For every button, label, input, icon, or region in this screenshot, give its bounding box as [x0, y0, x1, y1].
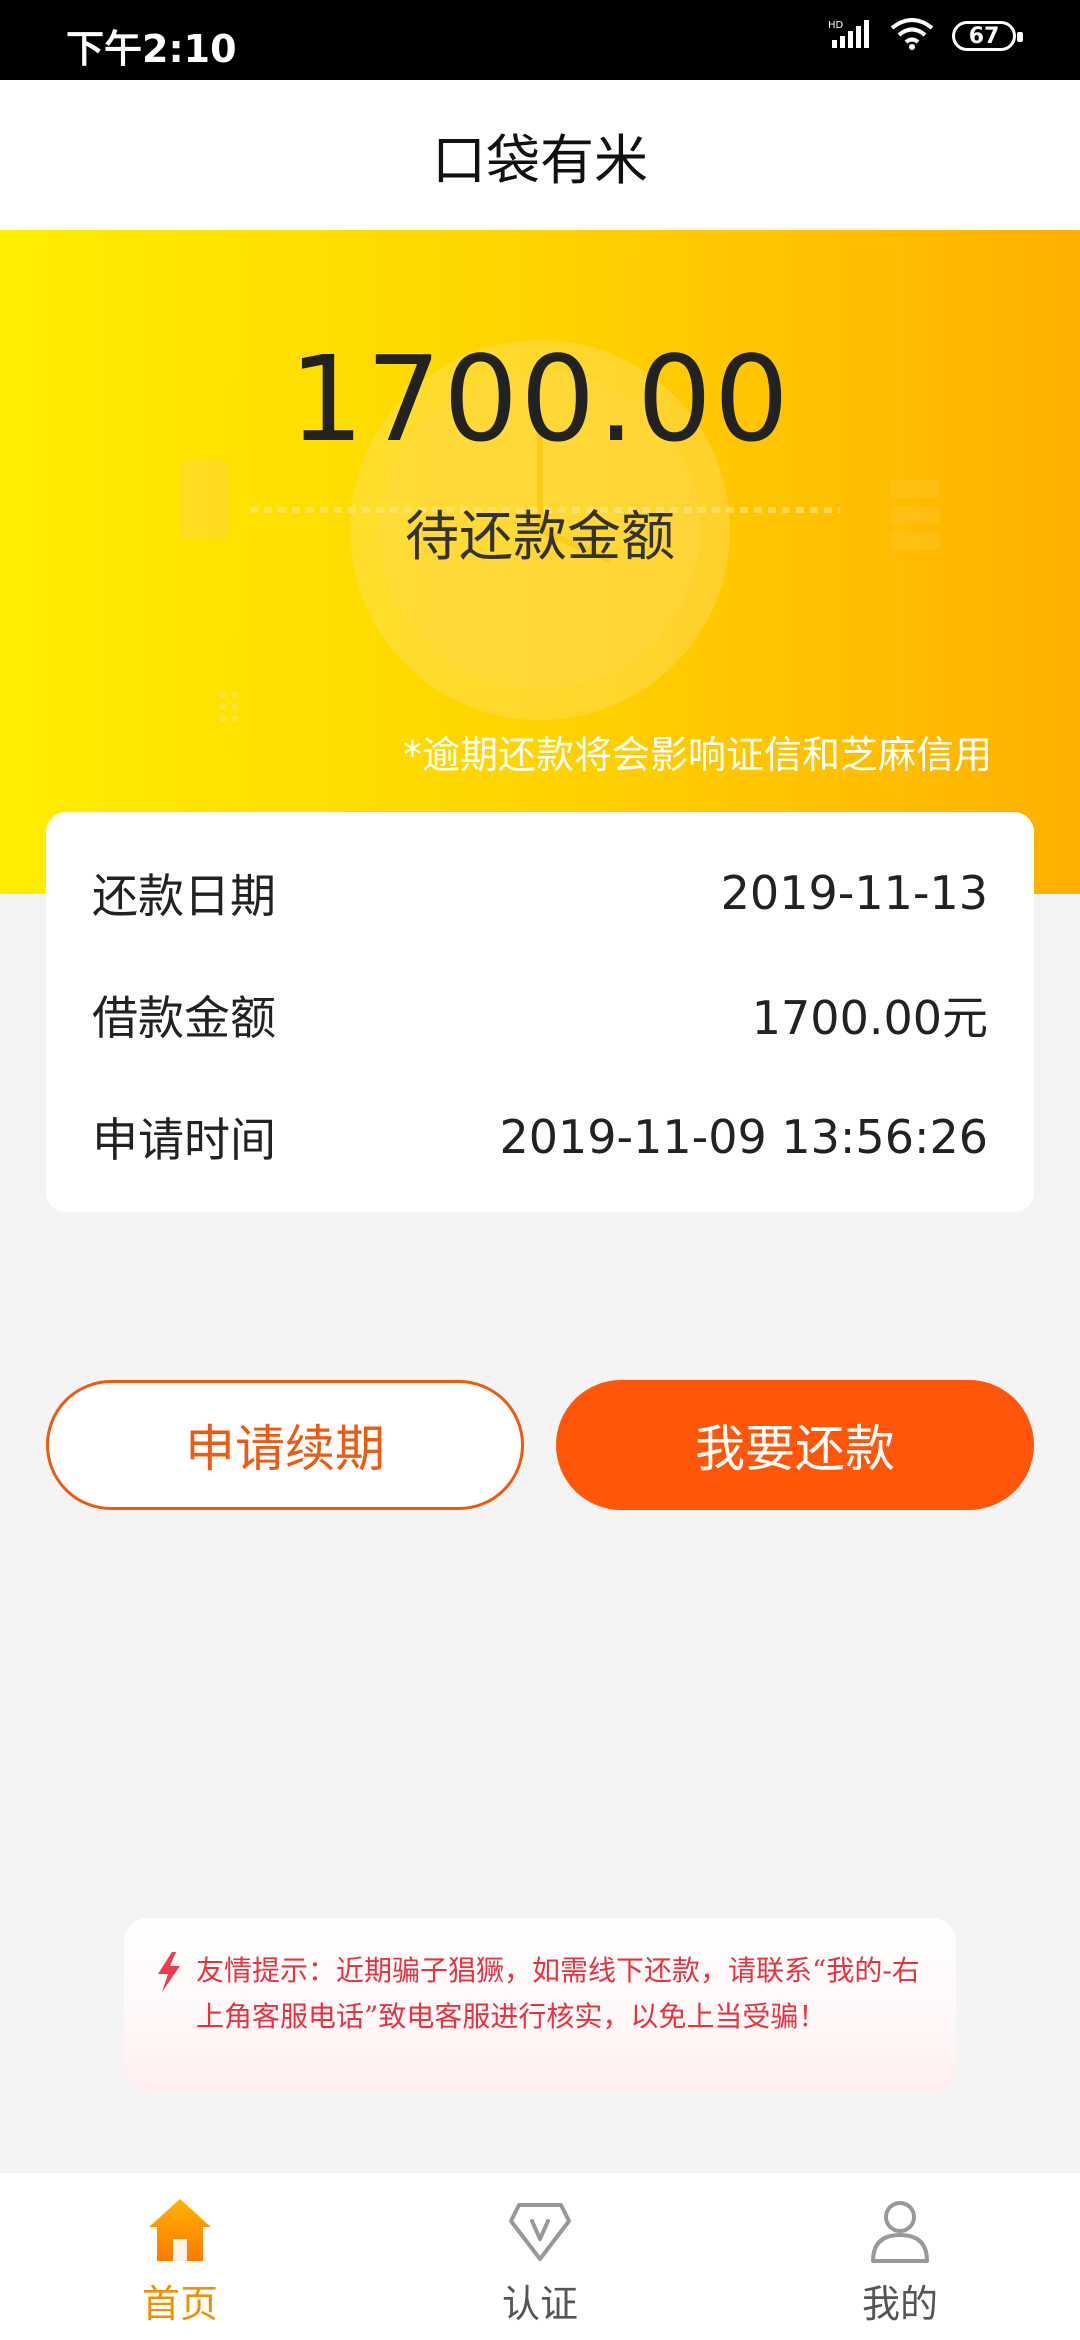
hero-banner: 1700.00 待还款金额 *逾期还款将会影响证信和芝麻信用	[0, 230, 1080, 894]
app-header: 口袋有米	[0, 80, 1080, 230]
lightning-icon	[154, 1952, 188, 2092]
repay-button[interactable]: 我要还款	[556, 1380, 1034, 1510]
wifi-icon	[890, 18, 934, 54]
svg-text:HD: HD	[828, 20, 844, 31]
bottom-nav: 首页 认证 我的	[0, 2172, 1080, 2340]
detail-value: 1700.00元	[751, 991, 988, 1045]
fraud-tip-text: 友情提示：近期骗子猖獗，如需线下还款，请联系“我的-右上角客服电话”致电客服进行…	[196, 1954, 920, 2033]
home-icon	[145, 2195, 215, 2265]
nav-item-verify[interactable]: 认证	[360, 2173, 720, 2340]
status-icons: HD 67	[828, 18, 1023, 54]
signal-icon: HD	[828, 18, 872, 54]
verify-icon	[505, 2195, 575, 2265]
battery-icon: 67	[952, 21, 1023, 51]
nav-label: 我的	[861, 2282, 938, 2326]
detail-value: 2019-11-13	[720, 866, 988, 920]
detail-label: 申请时间	[92, 1113, 276, 1167]
detail-row-repay-date: 还款日期 2019-11-13	[92, 832, 988, 954]
detail-row-apply-time: 申请时间 2019-11-09 13:56:26	[92, 1076, 988, 1198]
nav-item-mine[interactable]: 我的	[720, 2173, 1080, 2340]
status-time: 下午2:10	[66, 27, 237, 71]
nav-label: 首页	[141, 2282, 218, 2326]
apply-renewal-button[interactable]: 申请续期	[46, 1380, 524, 1510]
detail-row-loan-amount: 借款金额 1700.00元	[92, 954, 988, 1076]
overdue-warning: *逾期还款将会影响证信和芝麻信用	[402, 733, 992, 777]
detail-value: 2019-11-09 13:56:26	[499, 1110, 988, 1164]
page-title: 口袋有米	[432, 128, 648, 192]
detail-label: 还款日期	[92, 869, 276, 923]
user-icon	[865, 2195, 935, 2265]
nav-item-home[interactable]: 首页	[0, 2173, 360, 2340]
amount-due: 1700.00	[289, 330, 791, 468]
nav-label: 认证	[501, 2282, 578, 2326]
status-bar: 下午2:10 HD 67	[0, 0, 1080, 80]
loan-detail-card: 还款日期 2019-11-13 借款金额 1700.00元 申请时间 2019-…	[46, 812, 1034, 1212]
amount-due-label: 待还款金额	[405, 505, 675, 568]
detail-label: 借款金额	[92, 991, 276, 1045]
fraud-tip-box: 友情提示：近期骗子猖獗，如需线下还款，请联系“我的-右上角客服电话”致电客服进行…	[124, 1918, 956, 2092]
